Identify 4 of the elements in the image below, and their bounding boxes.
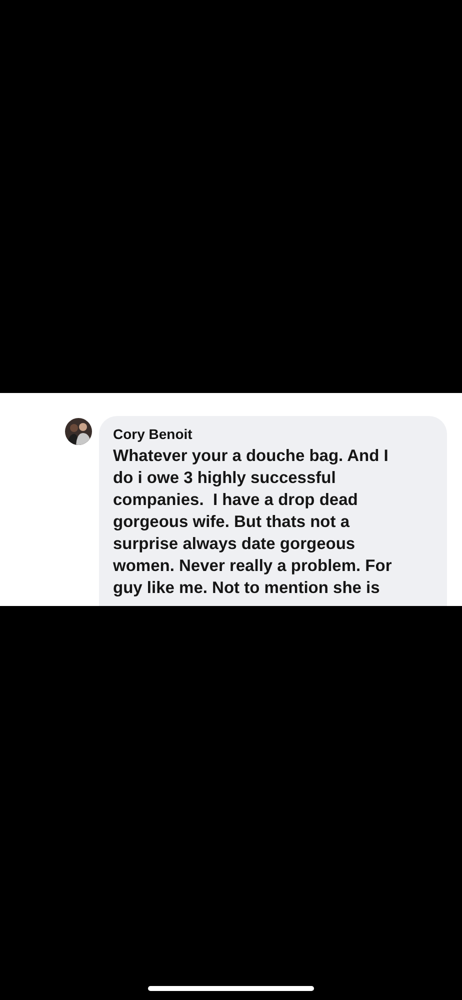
comment-text: Whatever your a douche bag. And I do i owe 3 highly successful companies. I have a drop dead gorgeous wife. But thats not a surprise always date gorgeous women. Never really a problem. For guy like me. Not to mention she is <box>113 446 393 599</box>
avatar <box>65 418 92 445</box>
home-indicator[interactable] <box>148 986 314 991</box>
author-name[interactable]: Cory Benoit <box>113 425 192 443</box>
